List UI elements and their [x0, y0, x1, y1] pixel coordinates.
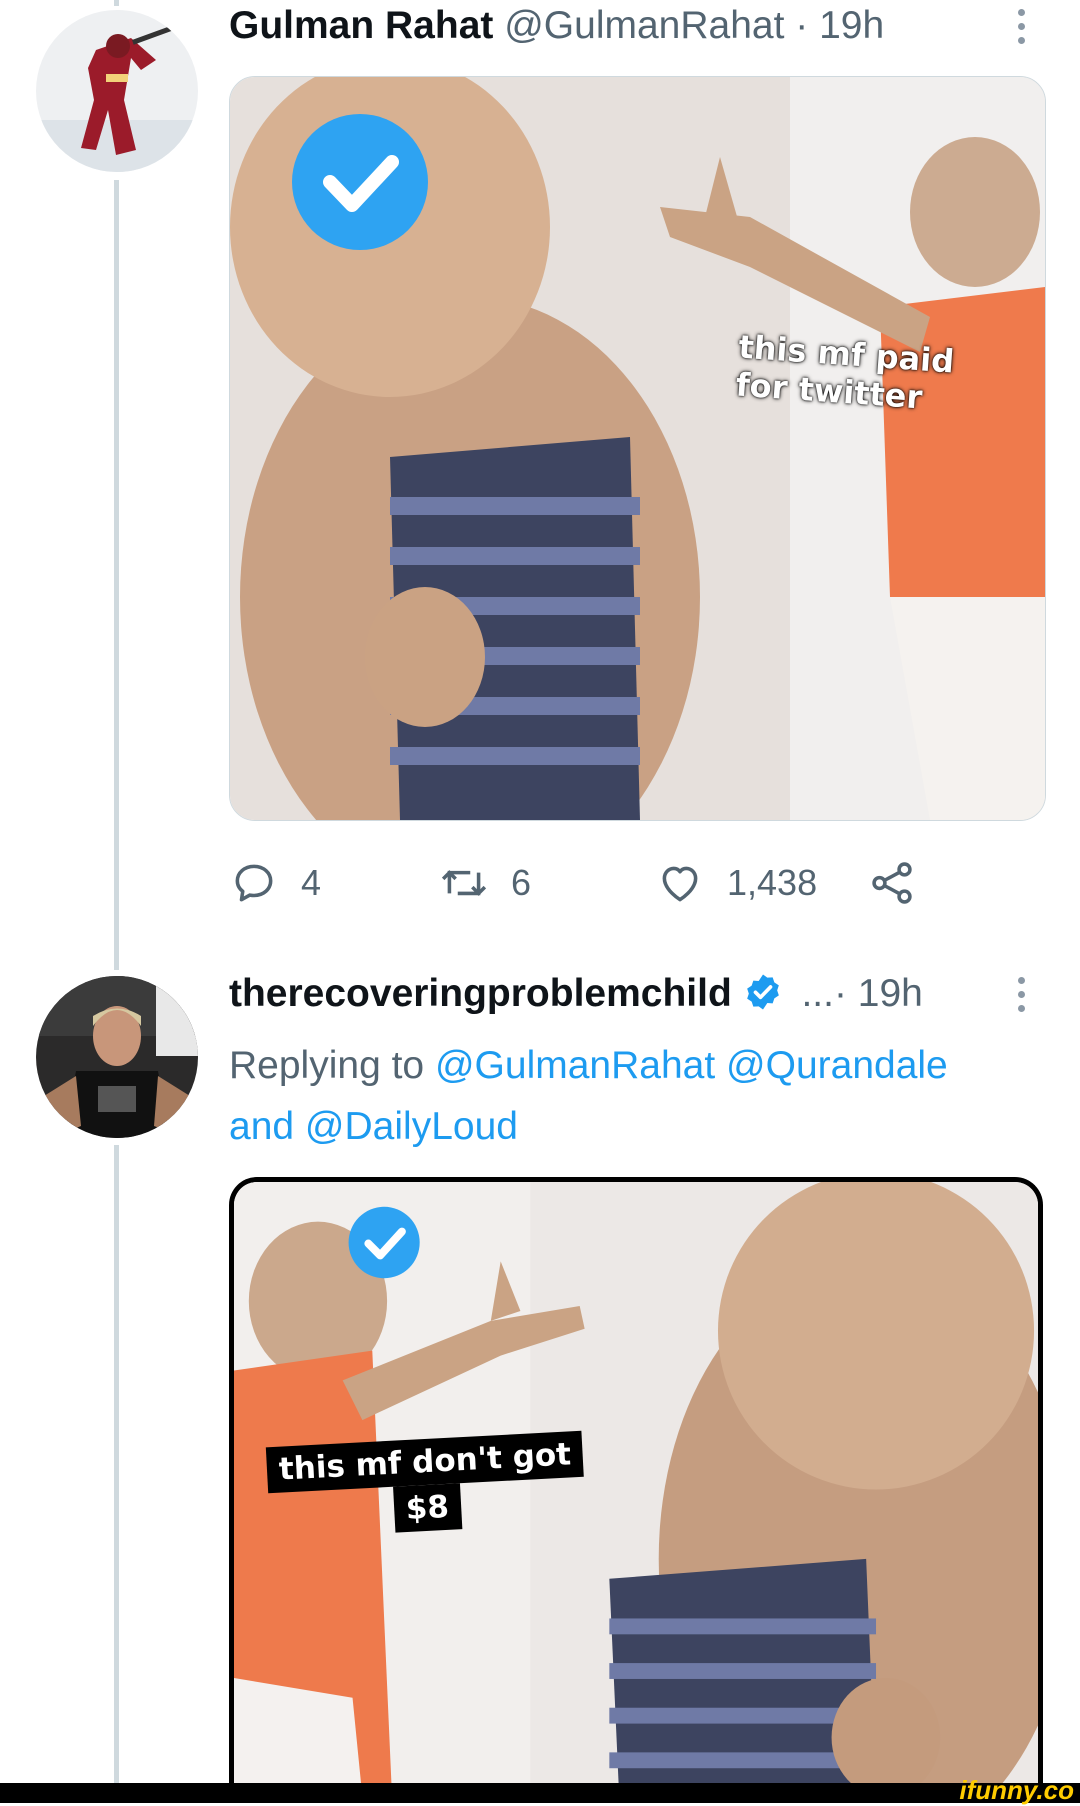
- thread-line-top: [114, 0, 119, 6]
- avatar-problemchild[interactable]: [36, 976, 198, 1138]
- like-action[interactable]: 1,438: [655, 855, 817, 911]
- tweet1-more-icon[interactable]: [1015, 9, 1027, 44]
- thread-line-2: [114, 1145, 119, 1785]
- man-avatar-icon: [36, 976, 198, 1138]
- tweet2-display-name[interactable]: therecoveringproblemchild: [229, 972, 732, 1015]
- tweet1-header: Gulman Rahat @GulmanRahat · 19h: [229, 4, 884, 48]
- mention-link[interactable]: @DailyLoud: [305, 1105, 518, 1148]
- tweet2-header: therecoveringproblemchild ...· 19h: [229, 972, 923, 1016]
- mention-link[interactable]: @Qurandale: [726, 1044, 948, 1087]
- tweet2-media[interactable]: this mf don't got $8: [229, 1177, 1043, 1797]
- tweet1-media-caption: this mf paid for twitter: [734, 327, 956, 417]
- retweet-icon: [441, 870, 487, 896]
- replying-to-line: Replying to @GulmanRahat @Qurandale and …: [229, 1035, 1049, 1157]
- tweet2-time[interactable]: ...· 19h: [801, 972, 922, 1015]
- tweet2-media-caption: this mf don't got $8: [265, 1430, 587, 1539]
- meme-image-1: [230, 77, 1045, 820]
- like-count: 1,438: [727, 862, 818, 903]
- replying-to-label: Replying to: [229, 1044, 425, 1087]
- ifunny-watermark: ifunny.co: [959, 1775, 1074, 1805]
- reply-icon: [235, 864, 273, 902]
- retweet-action[interactable]: 6: [439, 855, 531, 911]
- and-others-link[interactable]: and: [229, 1105, 294, 1148]
- share-icon: [872, 862, 912, 904]
- hockey-player-avatar-icon: [36, 10, 198, 172]
- retweet-count: 6: [511, 862, 532, 903]
- thread-line-1: [114, 180, 119, 970]
- verified-badge-icon: [746, 974, 779, 1010]
- mention-link[interactable]: @GulmanRahat: [435, 1044, 715, 1087]
- reply-action[interactable]: 4: [229, 855, 321, 911]
- avatar-gulman[interactable]: [36, 10, 198, 172]
- tweet2-more-icon[interactable]: [1015, 977, 1027, 1012]
- tweet1-handle-time[interactable]: @GulmanRahat · 19h: [504, 4, 884, 47]
- ifunny-footer-bar: ifunny.co: [0, 1775, 1080, 1805]
- heart-icon: [662, 866, 698, 902]
- tweet1-actions: 4 6 1,438: [229, 855, 929, 911]
- share-action[interactable]: [867, 855, 917, 911]
- tweet1-display-name[interactable]: Gulman Rahat: [229, 4, 493, 47]
- reply-count: 4: [301, 862, 322, 903]
- tweet1-media[interactable]: this mf paid for twitter: [229, 76, 1046, 821]
